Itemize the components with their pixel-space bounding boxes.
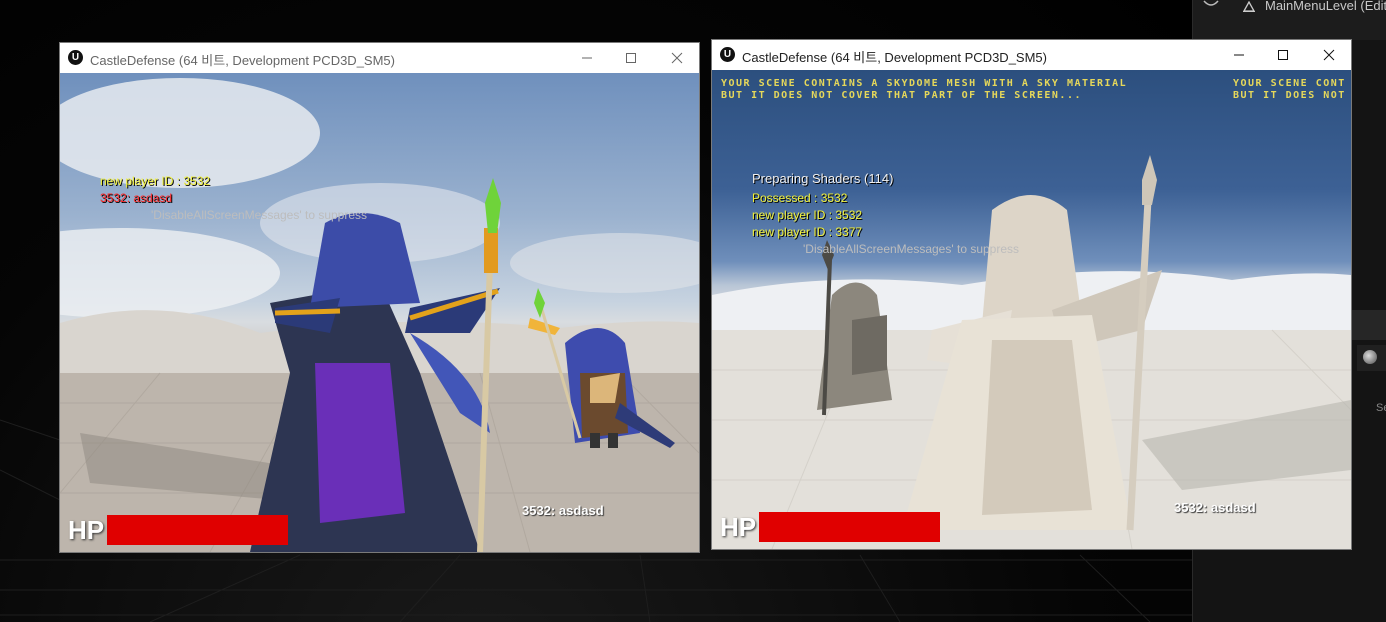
hp-label: HP xyxy=(720,512,757,542)
player-name-tag: 3532: asdasd xyxy=(1174,500,1256,515)
minimize-button[interactable] xyxy=(572,47,602,69)
unreal-logo-icon: U xyxy=(68,50,83,65)
debug-message-new-player-1: new player ID : 3532 xyxy=(752,208,863,222)
skydome-warning: YOUR SCENE CONTAINS A SKYDOME MESH WITH … xyxy=(721,78,1128,101)
game-viewport[interactable]: new player ID : 3532 3532: asdasd 'Disab… xyxy=(60,73,699,552)
minimize-icon xyxy=(1234,54,1244,56)
hp-label: HP xyxy=(68,515,105,545)
window-titlebar[interactable]: U CastleDefense (64 비트, Development PCD3… xyxy=(712,40,1351,70)
debug-message-new-player: new player ID : 3532 xyxy=(100,174,211,188)
editor-level-tab[interactable]: MainMenuLevel (Edito xyxy=(1193,0,1386,40)
minimize-button[interactable] xyxy=(1224,44,1254,66)
debug-message-possessed: Possessed : 3532 xyxy=(752,191,848,205)
debug-message-new-player-2: new player ID : 3377 xyxy=(752,225,863,239)
shader-progress-message: Preparing Shaders (114) xyxy=(752,171,894,186)
globe-icon[interactable] xyxy=(1363,350,1377,364)
window-titlebar[interactable]: U CastleDefense (64 비트, Development PCD3… xyxy=(60,43,699,73)
level-name: MainMenuLevel (Edito xyxy=(1265,0,1386,13)
unreal-logo-icon: U xyxy=(720,47,735,62)
close-icon xyxy=(1323,49,1335,61)
window-title: CastleDefense (64 비트, Development PCD3D_… xyxy=(90,53,395,68)
editor-side-text: Se xyxy=(1376,402,1386,414)
window-title: CastleDefense (64 비트, Development PCD3D_… xyxy=(742,50,1047,65)
debug-message-chat: 3532: asdasd xyxy=(100,191,173,205)
maximize-icon xyxy=(1278,50,1288,60)
minimize-icon xyxy=(582,57,592,59)
scene-render xyxy=(60,78,699,552)
eye-icon[interactable] xyxy=(1203,0,1219,8)
game-window-left[interactable]: U CastleDefense (64 비트, Development PCD3… xyxy=(59,42,700,553)
maximize-icon xyxy=(626,53,636,63)
maximize-button[interactable] xyxy=(616,47,646,69)
game-window-right[interactable]: U CastleDefense (64 비트, Development PCD3… xyxy=(711,39,1352,550)
game-viewport[interactable]: YOUR SCENE CONTAINS A SKYDOME MESH WITH … xyxy=(712,70,1351,549)
hp-bar xyxy=(759,512,940,542)
skydome-warning-clipped: YOUR SCENE CONT BUT IT DOES NOT xyxy=(1233,78,1346,101)
debug-message-suppress: 'DisableAllScreenMessages' to suppress xyxy=(803,242,1020,256)
close-button[interactable] xyxy=(1314,44,1344,66)
close-button[interactable] xyxy=(662,47,692,69)
maximize-button[interactable] xyxy=(1268,44,1298,66)
scene-render xyxy=(712,155,1351,549)
player-name-tag: 3532: asdasd xyxy=(522,503,604,518)
level-icon xyxy=(1243,1,1255,12)
close-icon xyxy=(671,52,683,64)
debug-message-suppress: 'DisableAllScreenMessages' to suppress xyxy=(151,208,368,222)
hp-bar xyxy=(107,515,288,545)
